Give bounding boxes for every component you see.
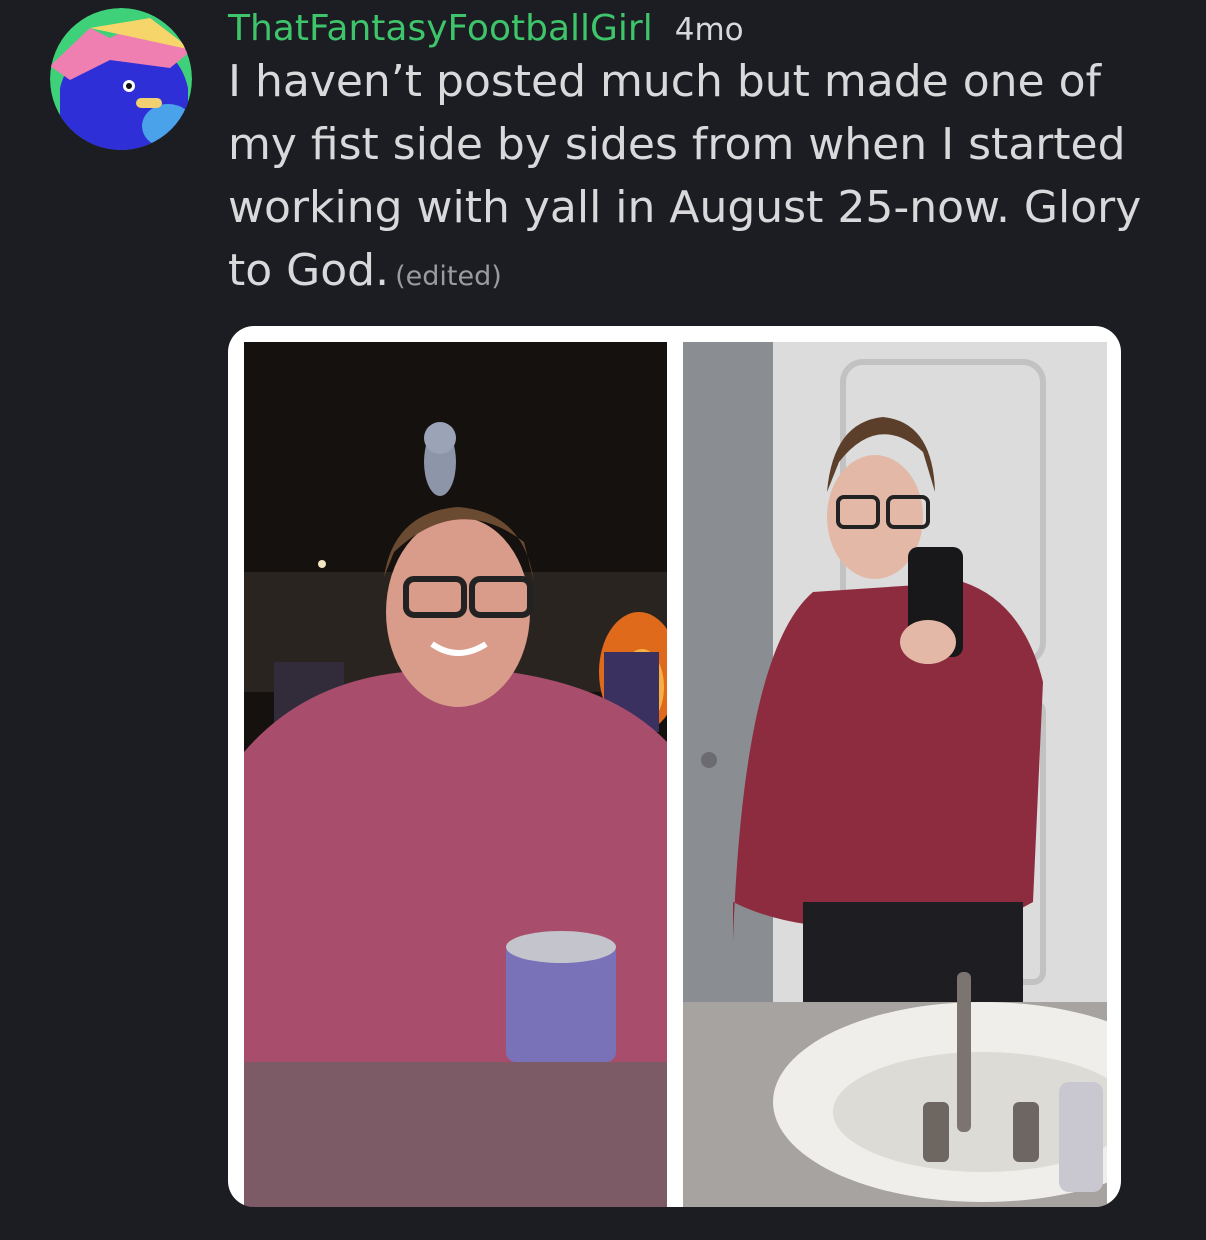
before-photo-campfire-night: [244, 342, 667, 1207]
blue-bird-with-pink-hat-icon: [50, 8, 192, 150]
author-username[interactable]: ThatFantasyFootballGirl: [228, 8, 653, 49]
post-body-text: I haven’t posted much but made one of my…: [228, 56, 1142, 296]
edited-label: (edited): [395, 261, 502, 292]
after-photo[interactable]: [683, 342, 1107, 1207]
before-photo[interactable]: [244, 342, 667, 1207]
after-photo-mirror-selfie: [683, 342, 1107, 1207]
image-attachment[interactable]: [228, 326, 1121, 1207]
post-header: ThatFantasyFootballGirl 4mo: [228, 8, 744, 49]
author-avatar[interactable]: [50, 8, 192, 150]
post-timestamp: 4mo: [674, 12, 744, 48]
post-message: I haven’t posted much but made one of my…: [228, 50, 1148, 308]
